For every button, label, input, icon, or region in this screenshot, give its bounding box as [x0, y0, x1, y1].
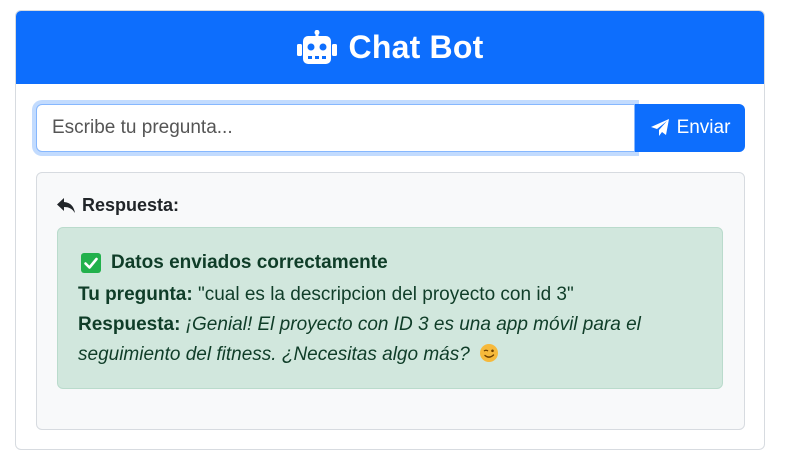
alert-title-text: Datos enviados correctamente	[111, 252, 388, 273]
question-input[interactable]	[52, 117, 634, 139]
alert-title: Datos enviados correctamente	[81, 252, 702, 274]
question-label: Tu pregunta:	[78, 284, 193, 305]
robot-icon	[296, 29, 337, 64]
chat-card: Chat Bot Enviar Respuesta: Dat	[15, 10, 765, 450]
response-heading-label: Respuesta:	[82, 195, 180, 215]
answer-line: Respuesta: ¡Genial! El proyecto con ID 3…	[78, 310, 702, 370]
chat-header: Chat Bot	[16, 11, 764, 84]
wink-emoji-icon	[480, 344, 499, 362]
send-button[interactable]: Enviar	[635, 104, 745, 152]
check-square-icon	[81, 253, 101, 273]
success-alert: Datos enviados correctamente Tu pregunta…	[57, 227, 723, 389]
question-text: "cual es la descripcion del proyecto con…	[197, 284, 574, 305]
question-line: Tu pregunta: "cual es la descripcion del…	[78, 280, 702, 310]
send-button-label: Enviar	[676, 117, 731, 138]
answer-label: Respuesta:	[78, 314, 181, 335]
paper-plane-icon	[650, 119, 669, 136]
question-form: Enviar	[36, 104, 745, 152]
response-panel: Respuesta: Datos enviados correctamente …	[36, 172, 745, 430]
reply-icon	[57, 197, 75, 213]
response-heading: Respuesta:	[56, 195, 179, 216]
question-input-wrapper[interactable]	[36, 104, 635, 152]
page-title: Chat Bot	[348, 29, 484, 65]
